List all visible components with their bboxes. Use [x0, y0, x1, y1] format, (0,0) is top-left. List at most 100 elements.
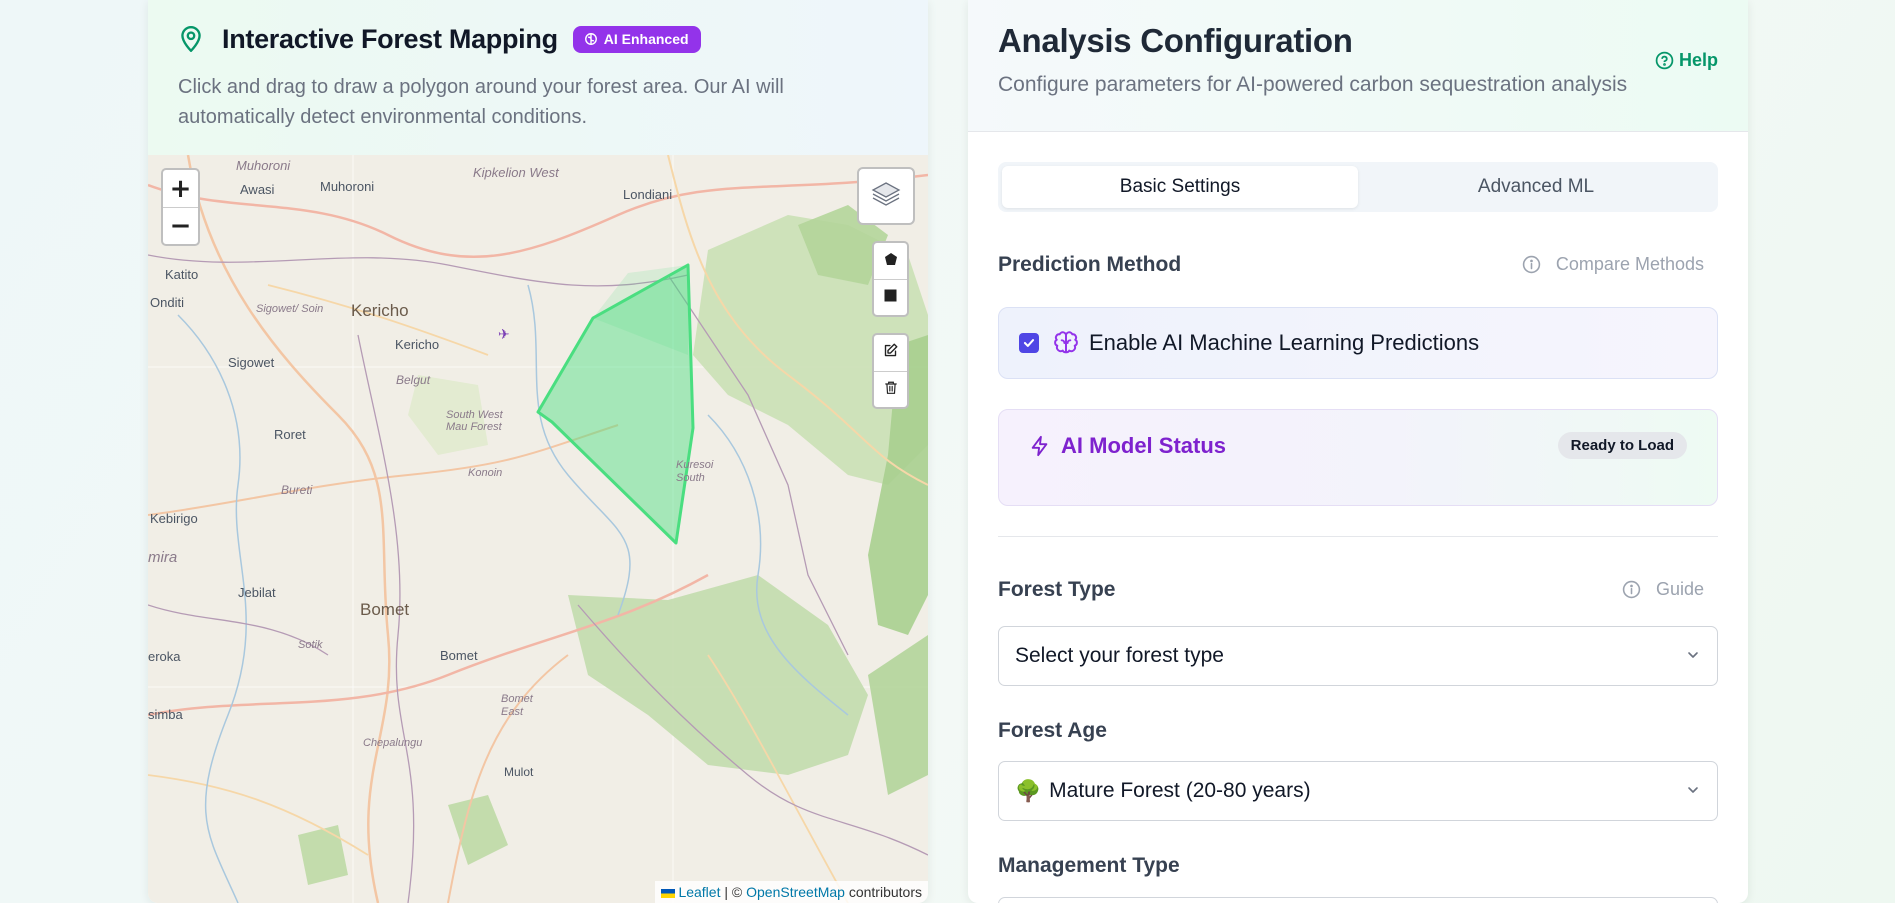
place-label: eroka	[148, 649, 181, 664]
attribution-suffix: contributors	[844, 884, 922, 900]
map-tiles: ✈	[148, 155, 928, 903]
place-label: Roret	[274, 427, 306, 442]
place-label: Kebirigo	[150, 511, 198, 526]
place-label: Kuresoi South	[676, 459, 714, 484]
place-label: Bureti	[281, 483, 313, 497]
place-label: South West Mau Forest	[446, 409, 503, 433]
layers-button[interactable]	[857, 167, 915, 225]
prediction-method-label: Prediction Method	[998, 253, 1182, 276]
place-label: Awasi	[240, 182, 275, 197]
edit-icon	[883, 343, 898, 363]
place-label: Sigowet/ Soin	[256, 303, 324, 315]
chevron-down-icon	[1685, 647, 1701, 663]
ai-model-status-title: AI Model Status	[1029, 433, 1226, 459]
forest-type-value: Select your forest type	[1015, 644, 1224, 667]
place-label: Sigowet	[228, 355, 275, 370]
map-description: Click and drag to draw a polygon around …	[178, 76, 784, 128]
config-subtitle: Configure parameters for AI-powered carb…	[998, 73, 1628, 96]
help-button[interactable]: Help	[1655, 50, 1718, 71]
osm-link[interactable]: OpenStreetMap	[746, 884, 845, 900]
tab-advanced-ml[interactable]: Advanced ML	[1358, 166, 1714, 208]
zap-icon	[1029, 435, 1051, 457]
forest-type-guide-button[interactable]: Guide	[1622, 579, 1704, 600]
config-header: Analysis Configuration Configure paramet…	[968, 0, 1748, 132]
config-tabs: Basic Settings Advanced ML	[998, 162, 1718, 212]
place-label: Kericho	[395, 337, 440, 352]
section-divider	[998, 536, 1718, 537]
polygon-icon	[884, 252, 898, 271]
zoom-out-button[interactable]: −	[163, 207, 198, 244]
place-label: simba	[148, 707, 183, 722]
map-pin-icon	[178, 24, 204, 54]
place-label: Sotik	[298, 639, 323, 651]
draw-toolbar	[872, 241, 909, 317]
management-type-select[interactable]	[998, 897, 1718, 903]
place-label: Chepalungu	[363, 737, 423, 749]
chevron-down-icon	[1685, 782, 1701, 798]
ai-badge-label: AI Enhanced	[603, 31, 689, 47]
ai-enhanced-badge: AI Enhanced	[572, 25, 701, 53]
place-label: Konoin	[468, 467, 503, 479]
place-label: Kipkelion West	[473, 165, 559, 180]
compare-methods-label: Compare Methods	[1555, 254, 1704, 274]
help-circle-icon	[1655, 51, 1674, 70]
draw-rectangle-button[interactable]	[874, 279, 907, 315]
ml-predictions-label: Enable AI Machine Learning Predictions	[1089, 330, 1480, 355]
place-label: Londiani	[623, 187, 673, 202]
management-type-label: Management Type	[998, 854, 1180, 877]
zoom-control: + −	[161, 168, 200, 246]
place-label: Katito	[165, 267, 199, 282]
ai-model-status-label: AI Model Status	[1061, 433, 1227, 458]
place-label: Belgut	[396, 373, 431, 387]
forest-type-select[interactable]: Select your forest type	[998, 626, 1718, 686]
ai-model-status-card: AI Model Status Ready to Load	[998, 409, 1718, 506]
info-icon	[1522, 255, 1541, 274]
forest-type-label: Forest Type	[998, 578, 1116, 601]
place-label: Muhoroni	[236, 158, 291, 173]
svg-text:✈: ✈	[498, 327, 510, 343]
map-title: Interactive Forest Mapping	[222, 23, 558, 54]
edit-layers-button[interactable]	[874, 335, 907, 371]
ukraine-flag-icon	[661, 888, 676, 898]
map-card-header: Interactive Forest Mapping AI Enhanced C…	[148, 0, 928, 155]
forest-age-select[interactable]: 🌳 Mature Forest (20-80 years)	[998, 761, 1718, 821]
delete-layers-button[interactable]	[874, 371, 907, 407]
tree-icon: 🌳	[1015, 778, 1042, 803]
place-label: Muhoroni	[320, 179, 375, 194]
compare-methods-button[interactable]: Compare Methods	[1522, 254, 1704, 275]
config-title: Analysis Configuration	[998, 22, 1353, 59]
rectangle-icon	[884, 289, 897, 307]
place-label: Mulot	[504, 765, 534, 779]
config-card: Analysis Configuration Configure paramet…	[968, 0, 1748, 903]
draw-polygon-button[interactable]	[874, 243, 907, 279]
tab-basic-settings[interactable]: Basic Settings	[1002, 166, 1358, 208]
help-label: Help	[1678, 50, 1718, 70]
place-label: Kericho	[351, 301, 409, 320]
leaflet-link[interactable]: Leaflet	[678, 884, 720, 900]
zoom-in-button[interactable]: +	[163, 170, 198, 207]
ml-predictions-toggle[interactable]: Enable AI Machine Learning Predictions	[998, 307, 1718, 379]
edit-toolbar	[872, 333, 909, 409]
map-card: Interactive Forest Mapping AI Enhanced C…	[148, 0, 928, 903]
layers-icon	[870, 179, 902, 214]
model-status-badge: Ready to Load	[1557, 432, 1687, 459]
map-title-row: Interactive Forest Mapping AI Enhanced	[178, 20, 898, 58]
brain-icon	[584, 32, 598, 46]
place-label: mira	[148, 549, 178, 566]
guide-label: Guide	[1655, 579, 1704, 599]
forest-map[interactable]: ✈ Muhoroni Awasi Muhoroni Kipkelion West…	[148, 155, 928, 903]
place-label: Jebilat	[238, 585, 276, 600]
info-icon	[1622, 580, 1641, 599]
ml-predictions-checkbox[interactable]	[1019, 333, 1039, 353]
brain-icon	[1053, 330, 1079, 356]
place-label: Bomet East	[501, 693, 533, 718]
place-label: Bomet	[360, 600, 410, 619]
map-attribution: Leaflet | © OpenStreetMap contributors	[655, 881, 928, 903]
attribution-separator: | ©	[720, 884, 747, 900]
check-icon	[1023, 339, 1035, 347]
place-label: Bomet	[440, 648, 478, 663]
forest-age-value: Mature Forest (20-80 years)	[1049, 779, 1311, 802]
place-label: Onditi	[150, 295, 184, 310]
trash-icon	[884, 380, 898, 400]
forest-age-label: Forest Age	[998, 719, 1107, 742]
